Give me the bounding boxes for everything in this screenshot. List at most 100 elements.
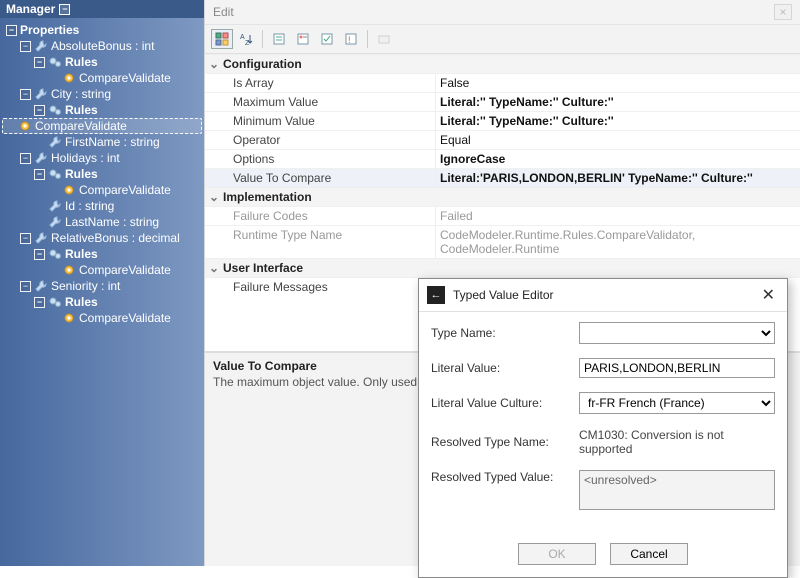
toolbar-separator-2 bbox=[367, 30, 368, 48]
tree-root[interactable]: − Properties bbox=[2, 22, 202, 38]
tree-item[interactable]: CompareValidate bbox=[2, 310, 202, 326]
property-row[interactable]: Runtime Type NameCodeModeler.Runtime.Rul… bbox=[205, 225, 800, 258]
expander-icon[interactable]: − bbox=[20, 41, 31, 52]
property-row[interactable]: Is ArrayFalse bbox=[205, 73, 800, 92]
expander-icon[interactable]: − bbox=[6, 25, 17, 36]
property-value[interactable]: False bbox=[435, 74, 800, 92]
tool-5-icon[interactable] bbox=[316, 29, 338, 49]
tree-item[interactable]: −Rules bbox=[2, 294, 202, 310]
tool-7-icon bbox=[373, 29, 395, 49]
property-row[interactable]: Failure CodesFailed bbox=[205, 206, 800, 225]
type-name-select[interactable] bbox=[579, 322, 775, 344]
ok-button: OK bbox=[518, 543, 596, 565]
tree-item-label: FirstName : string bbox=[65, 135, 160, 149]
property-name: Is Array bbox=[205, 74, 435, 92]
tree-item-label: Rules bbox=[65, 103, 98, 117]
expander-icon[interactable]: − bbox=[20, 89, 31, 100]
tree-item[interactable]: −City : string bbox=[2, 86, 202, 102]
culture-select[interactable]: fr-FR French (France) bbox=[579, 392, 775, 414]
property-toolbar: AZ ! bbox=[205, 25, 800, 54]
gears-icon bbox=[48, 103, 62, 117]
property-row[interactable]: Value To CompareLiteral:'PARIS,LONDON,BE… bbox=[205, 168, 800, 187]
dialog-titlebar[interactable]: ← Typed Value Editor ✕ bbox=[419, 279, 787, 312]
expander-icon[interactable]: − bbox=[34, 249, 45, 260]
wrench-icon bbox=[48, 199, 62, 213]
tree-item[interactable]: − Rules bbox=[2, 102, 202, 118]
chevron-down-icon: ⌄ bbox=[209, 57, 223, 71]
property-row[interactable]: Maximum ValueLiteral:'' TypeName:'' Cult… bbox=[205, 92, 800, 111]
property-name: Options bbox=[205, 150, 435, 168]
dialog-close-icon[interactable]: ✕ bbox=[758, 285, 779, 305]
property-value[interactable]: Literal:'' TypeName:'' Culture:'' bbox=[435, 112, 800, 130]
tree-item-label: Rules bbox=[65, 55, 98, 69]
tool-4-icon[interactable] bbox=[292, 29, 314, 49]
type-name-field: Type Name: bbox=[431, 322, 775, 344]
tree-item[interactable]: Id : string bbox=[2, 198, 202, 214]
tree-item[interactable]: −Holidays : int bbox=[2, 150, 202, 166]
tree-item[interactable]: FirstName : string bbox=[2, 134, 202, 150]
wrench-icon bbox=[34, 279, 48, 293]
expander-icon[interactable]: − bbox=[34, 169, 45, 180]
property-value[interactable]: Literal:'' TypeName:'' Culture:'' bbox=[435, 93, 800, 111]
tree-item[interactable]: CompareValidate bbox=[2, 118, 202, 134]
tree-item[interactable]: LastName : string bbox=[2, 214, 202, 230]
tree-item[interactable]: −Seniority : int bbox=[2, 278, 202, 294]
expander-icon[interactable]: − bbox=[20, 233, 31, 244]
property-value[interactable]: Equal bbox=[435, 131, 800, 149]
tree-item[interactable]: −AbsoluteBonus : int bbox=[2, 38, 202, 54]
wrench-icon bbox=[48, 135, 62, 149]
categorized-icon[interactable] bbox=[211, 29, 233, 49]
dialog-title: Typed Value Editor bbox=[453, 288, 554, 302]
tree-item[interactable]: CompareValidate bbox=[2, 182, 202, 198]
property-category[interactable]: ⌄Implementation bbox=[205, 187, 800, 206]
category-label: Configuration bbox=[223, 57, 302, 71]
resolved-value-textarea bbox=[579, 470, 775, 510]
wrench-icon bbox=[34, 87, 48, 101]
tree-item[interactable]: CompareValidate bbox=[2, 262, 202, 278]
property-value[interactable]: Failed bbox=[435, 207, 800, 225]
edit-header: Edit × bbox=[205, 0, 800, 25]
property-category[interactable]: ⌄User Interface bbox=[205, 258, 800, 277]
culture-label: Literal Value Culture: bbox=[431, 396, 571, 410]
tree-body: − Properties −AbsoluteBonus : int−RulesC… bbox=[0, 18, 204, 566]
tool-3-icon[interactable] bbox=[268, 29, 290, 49]
wrench-icon bbox=[48, 215, 62, 229]
expander-icon bbox=[48, 265, 59, 276]
property-value[interactable]: Literal:'PARIS,LONDON,BERLIN' TypeName:'… bbox=[435, 169, 800, 187]
alphabetical-icon[interactable]: AZ bbox=[235, 29, 257, 49]
expander-icon[interactable]: − bbox=[34, 297, 45, 308]
property-row[interactable]: Minimum ValueLiteral:'' TypeName:'' Cult… bbox=[205, 111, 800, 130]
property-name: Operator bbox=[205, 131, 435, 149]
literal-value-input[interactable] bbox=[579, 358, 775, 378]
literal-value-field: Literal Value: bbox=[431, 358, 775, 378]
property-category[interactable]: ⌄Configuration bbox=[205, 54, 800, 73]
tree-item[interactable]: −RelativeBonus : decimal bbox=[2, 230, 202, 246]
chevron-down-icon: ⌄ bbox=[209, 261, 223, 275]
manager-panel: Manager − − Properties −AbsoluteBonus : … bbox=[0, 0, 204, 566]
expander-icon[interactable]: − bbox=[20, 281, 31, 292]
property-value[interactable]: CodeModeler.Runtime.Rules.CompareValidat… bbox=[435, 226, 800, 258]
tree-root-label: Properties bbox=[20, 23, 79, 37]
tree-item[interactable]: − Rules bbox=[2, 54, 202, 70]
cancel-button[interactable]: Cancel bbox=[610, 543, 688, 565]
wrench-icon bbox=[34, 151, 48, 165]
wrench-icon bbox=[34, 231, 48, 245]
expander-icon bbox=[34, 217, 45, 228]
property-row[interactable]: OperatorEqual bbox=[205, 130, 800, 149]
property-value[interactable]: IgnoreCase bbox=[435, 150, 800, 168]
expander-icon[interactable]: − bbox=[34, 105, 45, 116]
expander-icon[interactable]: − bbox=[20, 153, 31, 164]
tool-6-icon[interactable]: ! bbox=[340, 29, 362, 49]
gears-icon bbox=[48, 247, 62, 261]
expander-icon[interactable]: − bbox=[34, 57, 45, 68]
tree-item[interactable]: CompareValidate bbox=[2, 70, 202, 86]
gear-y-icon bbox=[62, 263, 76, 277]
collapse-icon[interactable]: − bbox=[59, 4, 70, 15]
tree-item[interactable]: −Rules bbox=[2, 166, 202, 182]
property-row[interactable]: OptionsIgnoreCase bbox=[205, 149, 800, 168]
tree-item[interactable]: − Rules bbox=[2, 246, 202, 262]
close-icon[interactable]: × bbox=[774, 4, 792, 20]
typed-value-editor-dialog: ← Typed Value Editor ✕ Type Name: Litera… bbox=[418, 278, 788, 578]
literal-value-label: Literal Value: bbox=[431, 361, 571, 375]
tree-item-label: Rules bbox=[65, 247, 98, 261]
